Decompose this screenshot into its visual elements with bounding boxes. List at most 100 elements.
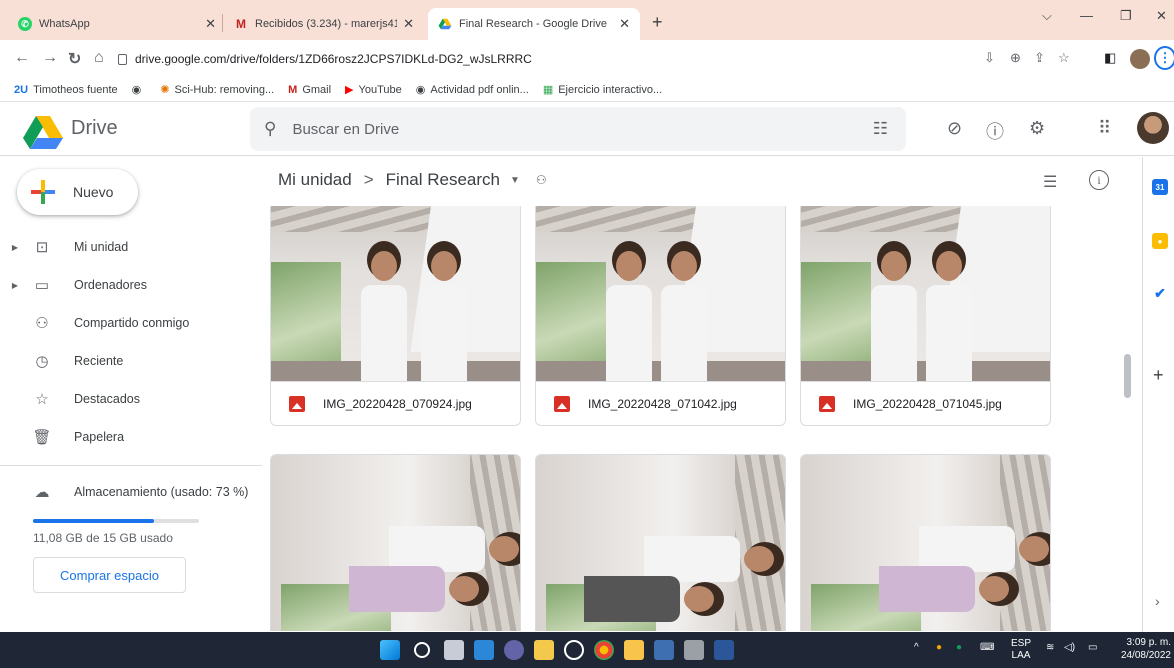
computer-icon: ▭ xyxy=(34,277,50,294)
sidebar-item-storage[interactable]: ☁ Almacenamiento (usado: 73 %) xyxy=(0,477,262,507)
bookmark-timotheos[interactable]: 2U Timotheos fuente xyxy=(14,84,118,96)
offline-ready-icon[interactable]: ⊘ xyxy=(947,118,962,139)
tasks-icon[interactable]: ✔ xyxy=(1152,285,1168,301)
new-button[interactable]: Nuevo xyxy=(17,169,138,215)
tab-search-chevron-icon[interactable]: ⌵ xyxy=(1042,8,1052,24)
sidebar-item-label: Reciente xyxy=(74,354,124,368)
bookmark-gmail[interactable]: M Gmail xyxy=(288,84,331,96)
side-panel-icon[interactable]: ◧ xyxy=(1104,50,1116,66)
image-file-icon xyxy=(554,395,570,412)
word-icon[interactable] xyxy=(714,640,734,660)
breadcrumb-current-folder[interactable]: Final Research xyxy=(386,170,500,190)
bookmark-youtube[interactable]: ▶ YouTube xyxy=(345,83,402,97)
file-card[interactable]: IMG_20220428_071042.jpg xyxy=(535,206,786,426)
install-app-icon[interactable]: ⇩ xyxy=(984,50,995,66)
search-icon[interactable] xyxy=(414,642,430,658)
file-card[interactable]: IMG_20220428_070924.jpg xyxy=(270,206,521,426)
sidebar-item-ordenadores[interactable]: ▶ ▭ Ordenadores xyxy=(0,270,262,300)
account-avatar[interactable] xyxy=(1137,112,1169,144)
tray-app-icon[interactable]: ● xyxy=(936,642,942,654)
search-input[interactable]: Buscar en Drive xyxy=(292,121,872,138)
bookmark-star-icon[interactable]: ☆ xyxy=(1058,50,1070,66)
task-view-icon[interactable] xyxy=(444,640,464,660)
widgets-icon[interactable] xyxy=(474,640,494,660)
bookmark-ejercicio[interactable]: ▦ Ejercicio interactivo... xyxy=(543,83,662,97)
address-bar[interactable]: drive.google.com/drive/folders/1ZD66rosz… xyxy=(118,46,968,72)
close-tab-icon[interactable]: ✕ xyxy=(403,16,414,32)
system-clock[interactable]: 3:09 p. m. 24/08/2022 xyxy=(1113,636,1171,662)
close-tab-icon[interactable]: ✕ xyxy=(205,16,216,32)
wifi-icon[interactable]: ≋ xyxy=(1046,642,1054,654)
tab-whatsapp[interactable]: ✆ WhatsApp ✕ xyxy=(8,8,226,40)
vertical-scrollbar[interactable] xyxy=(1124,354,1131,398)
expand-panel-chevron-icon[interactable]: › xyxy=(1155,593,1160,609)
input-language[interactable]: ESP LAA xyxy=(1010,638,1032,662)
close-window-button[interactable]: ✕ xyxy=(1156,8,1167,24)
settings-icon[interactable]: ⚙ xyxy=(1029,118,1045,139)
side-apps-panel: 31 ● ✔ + › xyxy=(1142,157,1174,632)
sidebar-item-papelera[interactable]: 🗑 Papelera xyxy=(0,422,262,452)
back-icon[interactable]: ← xyxy=(14,49,30,67)
close-tab-icon[interactable]: ✕ xyxy=(619,16,630,32)
tab-drive[interactable]: Final Research - Google Drive ✕ xyxy=(428,8,640,40)
tray-overflow-chevron-icon[interactable]: ^ xyxy=(914,642,919,654)
browser-menu-icon[interactable]: ⋮ xyxy=(1154,46,1174,70)
breadcrumb-root[interactable]: Mi unidad xyxy=(278,170,352,190)
file-card[interactable] xyxy=(270,454,521,631)
share-icon[interactable]: ⇪ xyxy=(1034,50,1045,66)
sidebar-item-destacados[interactable]: ☆ Destacados xyxy=(0,384,262,414)
search-options-icon[interactable]: ☷ xyxy=(873,119,888,139)
chrome-icon[interactable] xyxy=(594,640,614,660)
bookmark-globe[interactable]: ◉ xyxy=(132,83,147,96)
buy-storage-button[interactable]: Comprar espacio xyxy=(33,557,186,593)
file-explorer-icon[interactable] xyxy=(624,640,644,660)
image-thumbnail xyxy=(801,455,1050,631)
tab-gmail[interactable]: M Recibidos (3.234) - marerjs417@ ✕ xyxy=(224,8,424,40)
keep-icon[interactable]: ● xyxy=(1152,233,1168,249)
profile-avatar[interactable] xyxy=(1130,49,1150,69)
file-card[interactable] xyxy=(800,454,1051,631)
expand-caret-icon[interactable]: ▶ xyxy=(0,243,18,252)
file-card[interactable]: IMG_20220428_071045.jpg xyxy=(800,206,1051,426)
bookmark-label: Actividad pdf onlin... xyxy=(430,83,529,96)
calendar-icon[interactable]: 31 xyxy=(1152,179,1168,195)
add-addon-icon[interactable]: + xyxy=(1153,365,1164,386)
store-icon[interactable] xyxy=(534,640,554,660)
help-icon[interactable]: ⓘ xyxy=(986,118,1004,144)
app-icon[interactable] xyxy=(654,640,674,660)
gmail-icon: M xyxy=(236,17,246,31)
sidebar-item-mi-unidad[interactable]: ▶ ⊡ Mi unidad xyxy=(0,232,262,262)
bookmark-2u-icon: 2U xyxy=(14,83,29,96)
forward-icon[interactable]: → xyxy=(42,49,58,67)
sidebar-item-compartido[interactable]: ⚇ Compartido conmigo xyxy=(0,308,262,338)
search-icon[interactable]: ⚲ xyxy=(264,119,276,139)
network-app-icon[interactable] xyxy=(684,640,704,660)
file-card[interactable] xyxy=(535,454,786,631)
home-icon[interactable]: ⌂ xyxy=(94,49,104,67)
info-icon[interactable]: i xyxy=(1089,170,1109,190)
tray-app-icon[interactable]: ● xyxy=(956,642,962,654)
breadcrumb-separator: > xyxy=(363,170,374,189)
minimize-button[interactable]: — xyxy=(1080,8,1093,23)
image-thumbnail xyxy=(271,206,520,381)
windows-start-icon[interactable] xyxy=(380,640,400,660)
reload-icon[interactable]: ↻ xyxy=(68,49,81,69)
new-tab-button[interactable]: + xyxy=(652,12,663,33)
zoom-icon[interactable]: ⊕ xyxy=(1010,50,1021,66)
volume-icon[interactable]: ◁) xyxy=(1064,642,1075,654)
folder-menu-chevron-icon[interactable]: ▼ xyxy=(510,175,520,186)
battery-icon[interactable]: ▭ xyxy=(1088,642,1097,654)
restore-button[interactable]: ❐ xyxy=(1120,8,1132,24)
drive-logo-icon[interactable] xyxy=(23,115,63,149)
browser-app-icon[interactable] xyxy=(564,640,584,660)
keyboard-icon[interactable]: ⌨ xyxy=(980,642,994,654)
drive-brand-label[interactable]: Drive xyxy=(71,117,118,140)
sidebar-item-reciente[interactable]: ◷ Reciente xyxy=(0,346,262,376)
list-view-icon[interactable]: ☰ xyxy=(1043,172,1057,192)
bookmark-scihub[interactable]: ✺ Sci-Hub: removing... xyxy=(160,83,274,97)
expand-caret-icon[interactable]: ▶ xyxy=(0,281,18,290)
bookmark-actividad[interactable]: ◉ Actividad pdf onlin... xyxy=(416,83,529,97)
apps-grid-icon[interactable]: ⠿ xyxy=(1098,118,1111,139)
search-bar[interactable]: ⚲ Buscar en Drive ☷ xyxy=(250,107,906,151)
chat-icon[interactable] xyxy=(504,640,524,660)
